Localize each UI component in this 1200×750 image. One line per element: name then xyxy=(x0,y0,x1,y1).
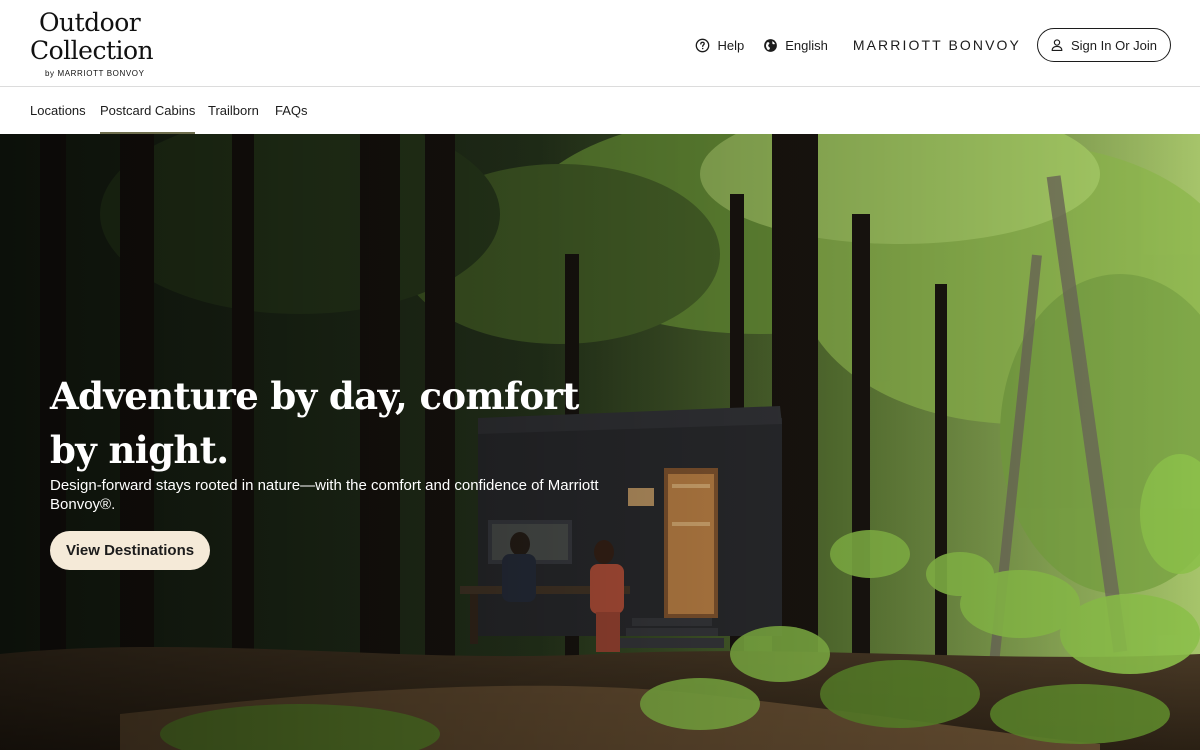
help-circle-icon xyxy=(696,38,710,52)
language-selector[interactable]: English xyxy=(763,38,828,53)
subnav-item-faqs[interactable]: FAQs xyxy=(275,87,308,134)
sign-in-button[interactable]: Sign In Or Join xyxy=(1037,28,1171,62)
globe-icon xyxy=(764,38,778,52)
logo-wordmark-line1: Outdoor xyxy=(39,8,141,37)
marriott-bonvoy-wordmark[interactable]: MARRIOTT BONVOY xyxy=(853,37,1021,53)
subnav-item-postcard-cabins[interactable]: Postcard Cabins xyxy=(100,87,196,134)
outdoor-collection-logo[interactable]: Outdoor Collection by MARRIOTT BONVOY xyxy=(30,9,170,81)
header-utility-bar: Help English MARRIOTT BONVOY Sign In Or … xyxy=(695,28,1171,62)
help-link[interactable]: Help xyxy=(695,38,744,53)
help-label: Help xyxy=(717,37,745,53)
logo-wordmark-line2: Collection xyxy=(30,36,154,65)
hero-headline: Adventure by day, comfort by night. xyxy=(50,369,590,477)
hero-section: Adventure by day, comfort by night. Desi… xyxy=(0,134,1200,750)
view-destinations-button[interactable]: View Destinations xyxy=(50,531,211,570)
site-header: Outdoor Collection by MARRIOTT BONVOY He… xyxy=(0,0,1200,87)
hero-headline-line2: by night. xyxy=(50,428,229,472)
sign-in-label: Sign In Or Join xyxy=(1071,37,1157,53)
hero-headline-line1: Adventure by day, comfort xyxy=(50,374,579,418)
subnav-item-locations[interactable]: Locations xyxy=(30,87,86,134)
logo-byline: by MARRIOTT BONVOY xyxy=(45,69,145,78)
user-icon xyxy=(1051,39,1063,51)
subnav-item-trailborn[interactable]: Trailborn xyxy=(208,87,259,134)
hero-subtitle: Design-forward stays rooted in nature—wi… xyxy=(50,477,599,513)
language-label: English xyxy=(785,37,828,53)
sub-navigation: Locations Postcard Cabins Trailborn FAQs xyxy=(0,87,1200,134)
